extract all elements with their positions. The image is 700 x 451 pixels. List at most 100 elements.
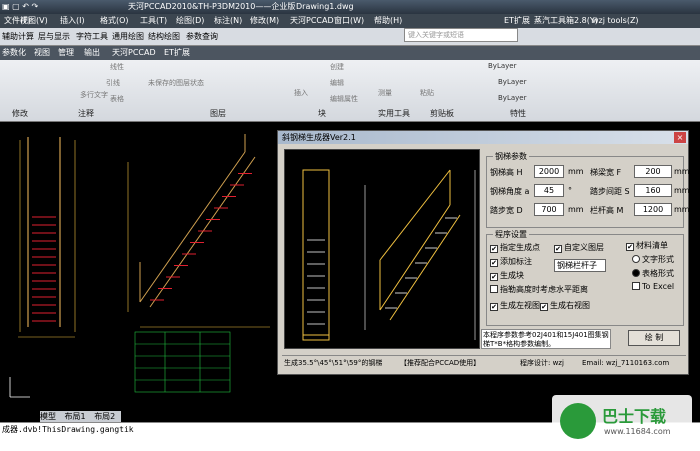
checkbox-box[interactable]: ✔ [540, 303, 548, 311]
toolbar-button[interactable]: 字符工具 [76, 31, 108, 42]
toolbar-button[interactable]: 结构绘图 [148, 31, 180, 42]
ribbon-item[interactable]: ByLayer [498, 94, 526, 102]
custom-layer-checkbox[interactable]: ✔ 自定义图层 [554, 242, 604, 253]
dialog-status: 生成35.5°\45°\51°\59°的钢梯 【推荐配合PCCAD使用】 程序设… [282, 355, 686, 371]
stair-steps [150, 173, 252, 301]
ribbon-item[interactable]: 插入 [294, 88, 308, 98]
menu-item[interactable]: ET扩展 [504, 14, 530, 28]
close-button[interactable]: × [674, 132, 686, 143]
setting-checkbox[interactable]: ✔ 指定生成点 [490, 242, 540, 253]
checkbox-label: 指勒高度时考虑水平距离 [500, 285, 588, 294]
checkbox-box[interactable]: ✔ [490, 259, 498, 267]
ribbon-item[interactable]: 编辑 [330, 78, 344, 88]
menu-item[interactable]: 窗口(W) [334, 14, 364, 28]
param-input[interactable]: 160 [634, 184, 672, 197]
tab-model[interactable]: 模型 [40, 412, 56, 421]
setting-checkbox[interactable]: ✔ 生成右视图 [540, 300, 590, 311]
menu-item[interactable]: 插入(I) [60, 14, 85, 28]
menu-item[interactable]: 视图(V) [20, 14, 48, 28]
param-label: 踏步间距 S [590, 187, 630, 196]
ribbon-item[interactable]: 多行文字 [80, 90, 108, 100]
param-input[interactable]: 45 [534, 184, 564, 197]
ribbon-item[interactable]: 粘贴 [420, 88, 434, 98]
param-unit: mm [674, 186, 690, 195]
checkbox-label: 添加标注 [500, 257, 532, 266]
menu-item[interactable]: 帮助(H) [374, 14, 402, 28]
checkbox-box[interactable]: ✔ [490, 303, 498, 311]
ribbon-item[interactable]: 表格 [110, 94, 124, 104]
material-checkbox[interactable]: ✔ 材料清单 [626, 240, 668, 251]
param-input[interactable]: 2000 [534, 165, 564, 178]
menu-item[interactable]: 蒸汽工具箱2.8(Y) [534, 14, 598, 28]
ribbon-item[interactable]: 创建 [330, 62, 344, 72]
param-input[interactable]: 700 [534, 203, 564, 216]
ribbon-group-label: 剪贴板 [430, 109, 454, 118]
menu-item[interactable]: wzj tools(Z) [592, 14, 639, 28]
ladder-rungs [32, 216, 56, 322]
param-unit: ° [568, 186, 572, 195]
menu-item[interactable]: 标注(N) [214, 14, 242, 28]
setting-checkbox[interactable]: 指勒高度时考虑水平距离 [490, 284, 588, 295]
menu-item[interactable]: 修改(M) [250, 14, 279, 28]
watermark-name: 巴士下载 [602, 407, 667, 426]
app-title: 天河PCCAD2010&TH-P3DM2010——企业版 [128, 2, 296, 11]
checkbox-box[interactable] [490, 285, 498, 293]
app-icon[interactable]: ▣ ▢ ↶ ↷ [2, 0, 38, 14]
menu-item[interactable]: 格式(O) [100, 14, 129, 28]
checkbox-box[interactable]: ✔ [490, 245, 498, 253]
param-label: 栏杆高 M [590, 206, 624, 215]
ribbon-group-label: 图层 [210, 109, 226, 118]
title-bar: ▣ ▢ ↶ ↷ 天河PCCAD2010&TH-P3DM2010——企业版 Dra… [0, 0, 700, 14]
setting-checkbox[interactable]: ✔ 添加标注 [490, 256, 532, 267]
ribbon-item[interactable]: ByLayer [498, 78, 526, 86]
ribbon-item[interactable]: 引线 [106, 78, 120, 88]
setting-checkbox[interactable]: ✔ 生成块 [490, 270, 524, 281]
doc-title: Drawing1.dwg [296, 2, 354, 11]
preview-drawing [302, 169, 476, 341]
material-table [134, 331, 231, 393]
ribbon-tab[interactable]: 天河PCCAD [112, 46, 156, 60]
menu-bar: 文件(F) 视图(V) 插入(I) 格式(O) 工具(T) 绘图(D) 标注(N) 修改(M)… [0, 14, 700, 28]
menu-item[interactable]: 工具(T) [140, 14, 167, 28]
search-input[interactable]: 键入关键字或短语 [404, 28, 518, 42]
ribbon-item[interactable]: 测量 [378, 88, 392, 98]
toolbar-button[interactable]: 通用绘图 [112, 31, 144, 42]
excel-checkbox[interactable]: To Excel [632, 282, 674, 291]
checkbox-label: 生成左视图 [500, 301, 540, 310]
watermark-url: www.11684.com [604, 427, 671, 436]
menu-item[interactable]: 天河PCCAD [290, 14, 334, 28]
dialog-title: 斜钢梯生成器Ver2.1 × [278, 131, 688, 144]
toolbar-button[interactable]: 层与显示 [38, 31, 70, 42]
tab-layout1[interactable]: 布局1 [65, 412, 86, 421]
tab-layout2[interactable]: 布局2 [94, 412, 115, 421]
ribbon-item[interactable]: ByLayer [488, 62, 516, 70]
ribbon-tab[interactable]: ET扩展 [164, 46, 190, 60]
ribbon-item[interactable]: 线性 [110, 62, 124, 72]
toolbar-button[interactable]: 辅助计算 [2, 31, 34, 42]
param-label: 钢梯角度 a [490, 187, 530, 196]
setting-checkbox[interactable]: ✔ 生成左视图 [490, 300, 540, 311]
ribbon-group-label: 实用工具 [378, 109, 410, 118]
watermark-logo [560, 403, 596, 439]
ribbon-tab[interactable]: 参数化 [2, 46, 26, 60]
param-input[interactable]: 1200 [634, 203, 672, 216]
ribbon-group-label: 特性 [510, 109, 526, 118]
text-form-radio[interactable]: 文字形式 [632, 254, 674, 265]
toolbar-button[interactable]: 参数查询 [186, 31, 218, 42]
checkbox-box[interactable]: ✔ [490, 273, 498, 281]
table-form-radio[interactable]: 表格形式 [632, 268, 674, 279]
ribbon-tab[interactable]: 输出 [84, 46, 100, 60]
ribbon-tab[interactable]: 视图 [34, 46, 50, 60]
ribbon-item[interactable]: 未保存的图层状态 [148, 78, 204, 88]
menu-item[interactable]: 绘图(D) [176, 14, 204, 28]
draw-button[interactable]: 绘 制 [628, 330, 680, 346]
stair-generator-dialog: 斜钢梯生成器Ver2.1 × 钢梯参数 程序设置 ✔ 材料清单 文字形式 表格形… [277, 130, 690, 375]
custom-toolbar: 辅助计算 层与显示 字符工具 通用绘图 结构绘图 参数查询 [0, 28, 700, 46]
param-input[interactable]: 200 [634, 165, 672, 178]
layer-select[interactable]: 钢梯栏杆子 [554, 259, 606, 272]
param-unit: mm [568, 167, 584, 176]
param-label: 踏步宽 D [490, 206, 523, 215]
ribbon-item[interactable]: 编辑属性 [330, 94, 358, 104]
layout-tabs: 模型 布局1 布局2 [40, 411, 122, 422]
ribbon-tab[interactable]: 管理 [58, 46, 74, 60]
